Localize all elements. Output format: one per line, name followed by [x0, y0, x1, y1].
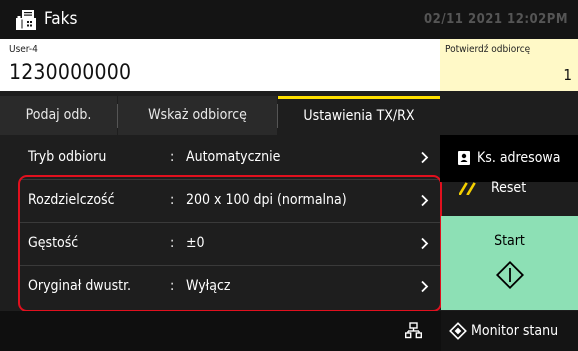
chevron-right-icon [421, 151, 429, 164]
top-bar: Faks 02/11 2021 12:02PM [0, 0, 578, 39]
tab-bar: Podaj odb. Wskaż odbiorcę Ustawienia TX/… [0, 96, 440, 135]
network-icon [405, 322, 422, 339]
tab-tx-rx-settings[interactable]: Ustawienia TX/RX [278, 96, 440, 135]
confirm-recipient-label: Potwierdź odbiorcę [445, 44, 531, 55]
setting-label: Tryb odbioru [28, 149, 107, 165]
setting-colon: : [170, 149, 175, 165]
start-button[interactable]: Start [441, 216, 578, 310]
address-book-icon [458, 151, 470, 165]
destination-number: 1230000000 [9, 60, 132, 84]
status-monitor-button[interactable]: Monitor stanu [441, 311, 578, 351]
setting-value: Automatycznie [186, 149, 281, 165]
setting-row-receive-mode[interactable]: Tryb odbioru : Automatycznie [0, 136, 440, 179]
destination-field[interactable]: User-4 1230000000 [0, 39, 440, 91]
start-icon [495, 260, 525, 290]
fax-screen: Faks 02/11 2021 12:02PM User-4 123000000… [0, 0, 578, 351]
reset-icon [459, 182, 476, 195]
recipient-count: 1 [563, 66, 572, 84]
confirm-recipient-button[interactable]: Potwierdź odbiorcę 1 [440, 39, 578, 91]
reset-button[interactable]: Reset [440, 168, 578, 212]
destination-name: User-4 [9, 44, 38, 55]
tab-enter-destination[interactable]: Podaj odb. [0, 96, 117, 135]
datetime-display: 02/11 2021 12:02PM [424, 12, 568, 27]
reset-label: Reset [491, 180, 527, 196]
tab-select-recipient[interactable]: Wskaż odbiorcę [118, 96, 277, 135]
highlight-frame [18, 175, 442, 312]
status-monitor-icon [449, 322, 467, 340]
start-label: Start [494, 233, 525, 249]
app-title: Faks [44, 9, 78, 29]
status-monitor-label: Monitor stanu [471, 323, 559, 339]
fax-icon [16, 10, 36, 30]
